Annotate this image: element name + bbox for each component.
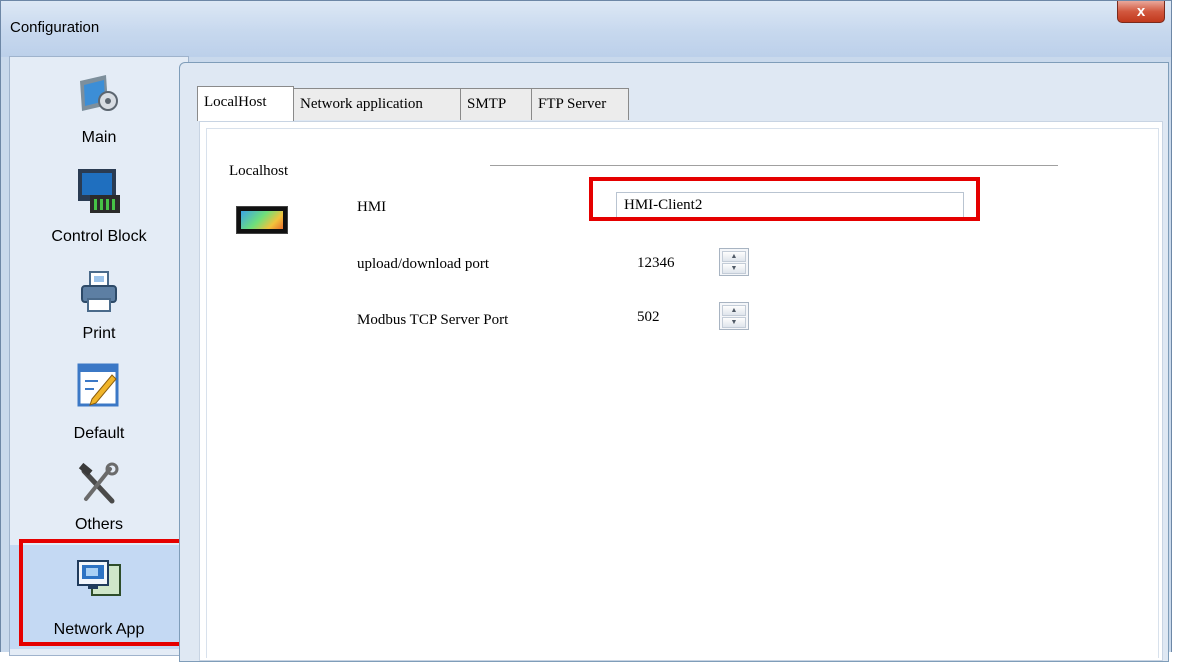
network-app-highlight [19,539,184,646]
upload-download-port-stepper[interactable]: ▲ ▼ [719,248,749,276]
modbus-tcp-server-port-stepper[interactable]: ▲ ▼ [719,302,749,330]
close-button[interactable]: x [1117,1,1165,23]
hmi-field-highlight [589,177,980,221]
localhost-group-label: Localhost [229,163,289,179]
stepper-down-icon[interactable]: ▼ [722,317,746,328]
tab-smtp[interactable]: SMTP [460,88,532,120]
sidebar-item-label: Main [81,129,117,146]
sidebar-item-print[interactable]: Print [10,255,188,351]
stepper-down-icon[interactable]: ▼ [722,263,746,274]
sidebar-item-label: Others [74,516,123,533]
tab-network-application[interactable]: Network application [293,88,461,120]
hmi-label: HMI [357,199,387,215]
title-bar[interactable]: Configuration x [1,1,1171,57]
sidebar-item-label: Default [73,425,125,442]
window-title: Configuration [10,19,100,36]
control-block-icon [78,169,120,213]
main-settings-icon [80,75,118,111]
upload-download-port-label: upload/download port [357,256,490,272]
modbus-tcp-server-port-input[interactable]: 502 [630,304,716,330]
stepper-up-icon[interactable]: ▲ [722,251,746,262]
sidebar-item-control-block[interactable]: Control Block [10,157,188,253]
modbus-tcp-server-port-label: Modbus TCP Server Port [357,312,509,328]
default-edit-icon [77,363,119,407]
upload-download-port-input[interactable]: 12346 [630,250,716,276]
sidebar-item-label: Print [82,325,116,342]
printer-icon [81,271,117,312]
sidebar-item-others[interactable]: Others [10,449,188,545]
stepper-up-icon[interactable]: ▲ [722,305,746,316]
tab-localhost[interactable]: LocalHost [197,86,294,121]
sidebar-item-label: Control Block [51,228,147,245]
tools-icon [78,462,119,504]
tab-ftp-server[interactable]: FTP Server [531,88,629,120]
sidebar-item-default[interactable]: Default [10,355,188,451]
group-divider [490,165,1058,166]
close-icon: x [1136,3,1146,20]
hmi-device-icon [236,206,288,234]
sidebar-item-main[interactable]: Main [10,57,188,153]
